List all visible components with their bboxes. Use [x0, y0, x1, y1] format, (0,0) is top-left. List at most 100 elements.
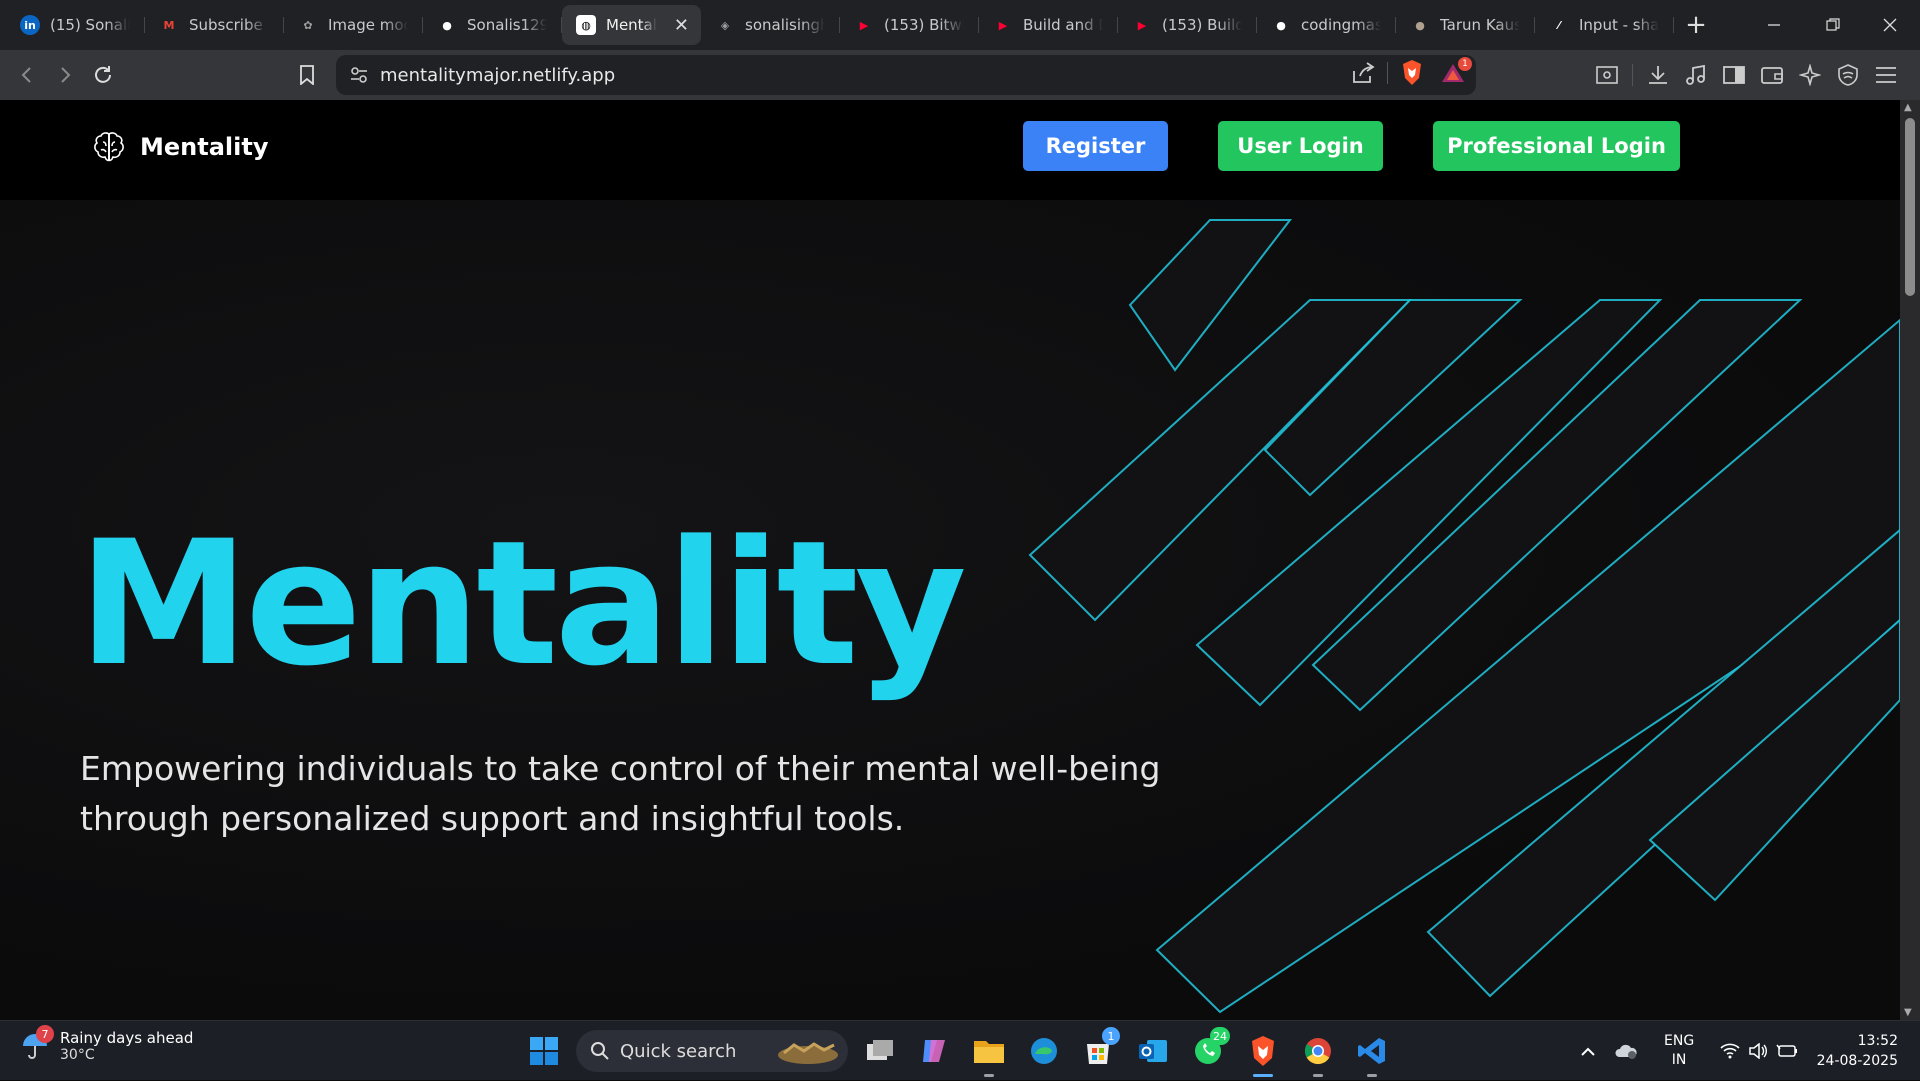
- downloads-button[interactable]: [1639, 56, 1677, 94]
- vpn-button[interactable]: [1829, 56, 1867, 94]
- sparkle-icon: [1799, 64, 1821, 86]
- running-indicator: [984, 1074, 994, 1077]
- windows-logo-icon: [530, 1037, 558, 1065]
- minimize-icon: [1768, 24, 1780, 26]
- youtube-icon: ▶: [859, 18, 869, 32]
- reader-icon: [1596, 66, 1618, 84]
- notification-badge: 24: [1210, 1027, 1230, 1045]
- restore-button[interactable]: [1805, 0, 1861, 50]
- outlook-icon: [1137, 1037, 1169, 1065]
- tab-title: Input - sha: [1579, 16, 1659, 34]
- outlook-taskbar-button[interactable]: [1133, 1031, 1173, 1071]
- umbrella-icon: 7: [20, 1025, 54, 1061]
- clock-time: 13:52: [1857, 1033, 1898, 1049]
- weather-title: Rainy days ahead: [60, 1029, 194, 1047]
- browser-tab[interactable]: ● codingmas: [1257, 5, 1396, 45]
- page-scrollbar[interactable]: ▲ ▼: [1900, 100, 1920, 1020]
- edge-taskbar-button[interactable]: [1024, 1031, 1064, 1071]
- browser-tab[interactable]: ● Sonalis129: [423, 5, 562, 45]
- browser-tab[interactable]: ▶ Build and D: [979, 5, 1118, 45]
- onedrive-icon[interactable]: [1614, 1042, 1638, 1060]
- professional-login-button[interactable]: Professional Login: [1433, 121, 1680, 171]
- wallet-button[interactable]: [1753, 56, 1791, 94]
- browser-tab[interactable]: ✿ Image mode: [284, 5, 423, 45]
- browser-tab[interactable]: in (15) Sonali Singh: [6, 5, 145, 45]
- volume-icon[interactable]: [1748, 1043, 1768, 1059]
- task-view-taskbar-button[interactable]: [860, 1031, 900, 1071]
- start-button[interactable]: [524, 1031, 564, 1071]
- show-hidden-icons-chevron-icon[interactable]: [1580, 1046, 1596, 1056]
- user-login-button[interactable]: User Login: [1218, 121, 1383, 171]
- tab-title: Image mode: [328, 16, 408, 34]
- web-page: Mentality Register User Login Profession…: [0, 100, 1900, 1020]
- reload-button[interactable]: [84, 56, 122, 94]
- tab-title: Subscribe y: [189, 16, 269, 34]
- brave-shields-icon[interactable]: [1400, 59, 1424, 87]
- language-indicator[interactable]: ENG IN: [1664, 1032, 1694, 1070]
- browser-tab[interactable]: ◍ Mental ✕: [562, 5, 701, 45]
- vscode-icon: [1357, 1036, 1387, 1066]
- browser-tab-strip: in (15) Sonali Singh M Subscribe y ✿ Image mo…: [0, 0, 1920, 50]
- vscode-taskbar-button[interactable]: [1352, 1031, 1392, 1077]
- scroll-up-arrow-icon[interactable]: ▲: [1904, 102, 1912, 113]
- forward-button[interactable]: [46, 56, 84, 94]
- netlify-icon: ◈: [720, 18, 730, 32]
- browser-tab[interactable]: ▶ (153) Build: [1118, 5, 1257, 45]
- browser-tab[interactable]: ● Tarun Kaus: [1396, 5, 1535, 45]
- chrome-taskbar-button[interactable]: [1298, 1031, 1338, 1077]
- address-bar[interactable]: mentalitymajor.netlify.app 1: [336, 55, 1476, 95]
- tab-title: Mental: [606, 16, 657, 34]
- brave-taskbar-button[interactable]: [1243, 1031, 1283, 1077]
- restore-icon: [1826, 18, 1840, 31]
- leo-ai-button[interactable]: [1791, 56, 1829, 94]
- site-settings-icon[interactable]: [350, 66, 368, 84]
- tab-title: Tarun Kaus: [1440, 16, 1520, 34]
- tab-title: Build and D: [1023, 16, 1103, 34]
- register-button[interactable]: Register: [1023, 121, 1168, 171]
- tab-title: sonalisingh: [745, 16, 825, 34]
- close-window-button[interactable]: [1862, 0, 1918, 50]
- sidebar-button[interactable]: [1715, 56, 1753, 94]
- scroll-down-arrow-icon[interactable]: ▼: [1904, 1007, 1912, 1018]
- gmail-icon: M: [163, 18, 175, 32]
- arrow-left-icon: [21, 67, 31, 83]
- reader-mode-button[interactable]: [1588, 56, 1626, 94]
- download-icon: [1649, 66, 1667, 84]
- share-icon[interactable]: [1351, 61, 1375, 85]
- url-text[interactable]: mentalitymajor.netlify.app: [380, 65, 615, 86]
- microsoft-store-taskbar-button[interactable]: 1: [1078, 1027, 1120, 1071]
- media-button[interactable]: [1677, 56, 1715, 94]
- weather-temp: 30°C: [60, 1047, 95, 1063]
- close-icon: [1883, 18, 1897, 32]
- whatsapp-taskbar-button[interactable]: 24: [1188, 1027, 1230, 1071]
- new-tab-button[interactable]: +: [1678, 7, 1714, 43]
- brave-rewards-icon[interactable]: 1: [1440, 57, 1472, 85]
- clock[interactable]: 13:52 24-08-2025: [1817, 1031, 1898, 1071]
- wifi-icon[interactable]: [1720, 1043, 1740, 1059]
- system-tray: ENG IN: [1580, 1021, 1798, 1081]
- browser-tab[interactable]: ◈ sonalisingh: [701, 5, 840, 45]
- battery-icon[interactable]: [1776, 1043, 1798, 1059]
- tab-title: codingmas: [1301, 16, 1381, 34]
- browser-tab[interactable]: M Subscribe y: [145, 5, 284, 45]
- brand-logo-link[interactable]: Mentality: [92, 130, 268, 164]
- browser-tab[interactable]: ▶ (153) Bitwis: [840, 5, 979, 45]
- menu-button[interactable]: [1867, 56, 1905, 94]
- taskbar-search-box[interactable]: Quick search: [576, 1030, 848, 1072]
- notification-badge: 1: [1102, 1027, 1120, 1045]
- reload-icon: [95, 66, 111, 83]
- linkedin-icon: in: [20, 15, 40, 35]
- github-icon: ●: [1276, 18, 1286, 32]
- weather-widget[interactable]: 7 Rainy days ahead 30°C: [20, 1025, 194, 1063]
- back-button[interactable]: [8, 56, 46, 94]
- youtube-icon: ▶: [998, 18, 1008, 32]
- music-note-icon: [1686, 64, 1705, 85]
- scrollbar-thumb[interactable]: [1905, 118, 1915, 296]
- bookmark-button[interactable]: [288, 56, 326, 94]
- brave-icon: [1249, 1035, 1277, 1067]
- file-explorer-taskbar-button[interactable]: [969, 1031, 1009, 1077]
- minimize-button[interactable]: [1746, 0, 1802, 50]
- copilot-taskbar-button[interactable]: [914, 1031, 954, 1071]
- close-tab-icon[interactable]: ✕: [674, 15, 689, 36]
- browser-tab[interactable]: ⁄ Input - sha: [1535, 5, 1674, 45]
